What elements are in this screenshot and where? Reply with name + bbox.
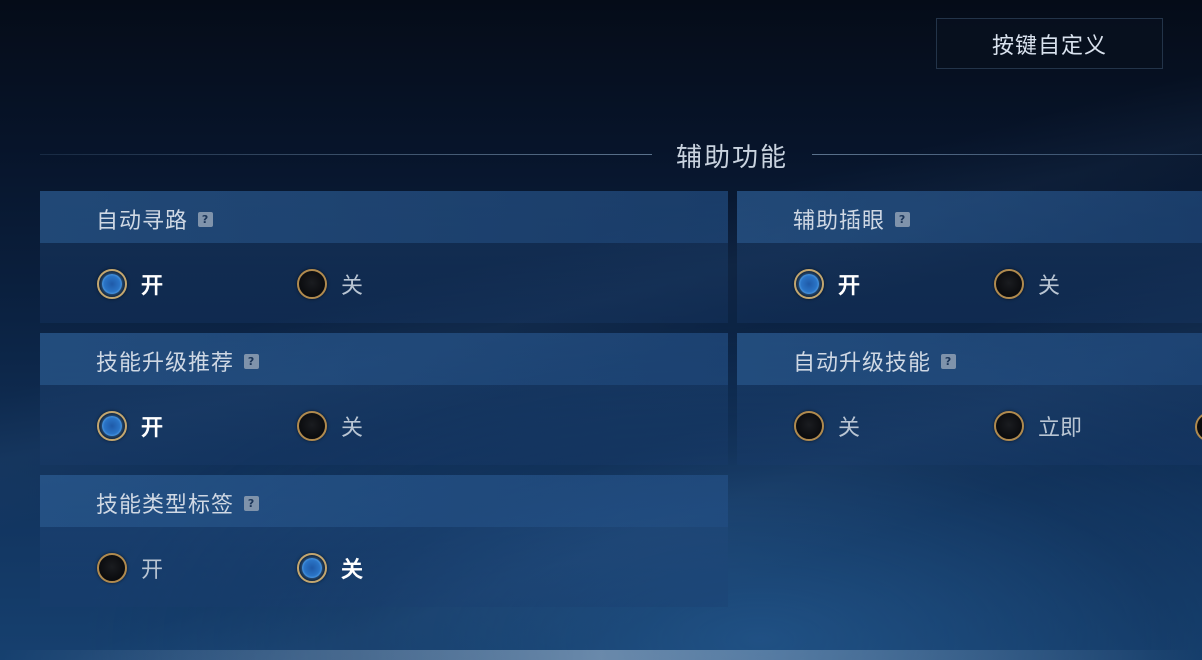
option-label: 关 <box>341 558 364 583</box>
option-on[interactable]: 开 <box>97 552 163 584</box>
setting-card-skill-type-tag: 技能类型标签 ? 开 关 <box>40 475 728 607</box>
radio-selected-icon[interactable] <box>297 553 327 583</box>
radio-selected-icon[interactable] <box>794 269 824 299</box>
option-off[interactable]: 关 <box>794 410 860 442</box>
option-label: 关 <box>341 274 364 299</box>
option-label: 开 <box>141 558 164 583</box>
setting-title: 自动寻路 ? <box>96 203 214 235</box>
section-divider-right <box>812 154 1202 155</box>
setting-title-label: 技能升级推荐 <box>96 351 235 376</box>
option-label: 立即 <box>1038 416 1083 441</box>
option-label: 关 <box>1038 274 1061 299</box>
setting-title: 技能类型标签 ? <box>96 487 260 519</box>
setting-title-label: 技能类型标签 <box>96 493 235 518</box>
option-label: 开 <box>141 274 164 299</box>
option-label: 开 <box>838 274 861 299</box>
setting-card-auto-pathfinding: 自动寻路 ? 开 关 <box>40 191 728 323</box>
option-off[interactable]: 关 <box>994 268 1060 300</box>
setting-card-auto-skill-upgrade: 自动升级技能 ? 关 立即 <box>737 333 1202 465</box>
option-label: 关 <box>838 416 861 441</box>
radio-unselected-icon[interactable] <box>297 411 327 441</box>
keybind-customize-button[interactable]: 按键自定义 <box>936 18 1163 69</box>
section-divider-left <box>40 154 652 155</box>
section-title: 辅助功能 <box>675 143 788 173</box>
setting-title: 技能升级推荐 ? <box>96 345 260 377</box>
option-on[interactable]: 开 <box>97 268 163 300</box>
radio-selected-icon[interactable] <box>97 269 127 299</box>
help-icon[interactable]: ? <box>941 353 957 369</box>
option-immediate[interactable]: 立即 <box>994 410 1082 442</box>
option-label: 关 <box>341 416 364 441</box>
setting-title: 辅助插眼 ? <box>793 203 911 235</box>
option-off[interactable]: 关 <box>297 268 363 300</box>
help-icon[interactable]: ? <box>895 211 911 227</box>
radio-unselected-icon[interactable] <box>994 411 1024 441</box>
section-header: 辅助功能 <box>40 133 1202 177</box>
option-off[interactable]: 关 <box>297 552 363 584</box>
setting-title-label: 自动寻路 <box>96 209 189 234</box>
setting-title: 自动升级技能 ? <box>793 345 957 377</box>
radio-unselected-icon[interactable] <box>994 269 1024 299</box>
option-on[interactable]: 开 <box>97 410 163 442</box>
help-icon[interactable]: ? <box>244 353 260 369</box>
bottom-glow <box>0 650 1202 660</box>
radio-unselected-icon[interactable] <box>794 411 824 441</box>
radio-selected-icon[interactable] <box>97 411 127 441</box>
setting-card-assist-ward: 辅助插眼 ? 开 关 <box>737 191 1202 323</box>
help-icon[interactable]: ? <box>244 495 260 511</box>
setting-card-skill-upgrade-recommend: 技能升级推荐 ? 开 关 <box>40 333 728 465</box>
help-icon[interactable]: ? <box>198 211 214 227</box>
option-label: 开 <box>141 416 164 441</box>
radio-unselected-icon[interactable] <box>297 269 327 299</box>
option-on[interactable]: 开 <box>794 268 860 300</box>
setting-title-label: 自动升级技能 <box>793 351 932 376</box>
setting-title-label: 辅助插眼 <box>793 209 886 234</box>
option-off[interactable]: 关 <box>297 410 363 442</box>
radio-unselected-icon[interactable] <box>97 553 127 583</box>
